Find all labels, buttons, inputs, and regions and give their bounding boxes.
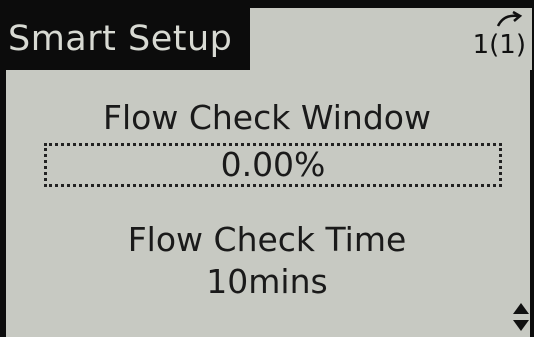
page-arrow-icon xyxy=(496,10,523,27)
flow-check-window-value[interactable]: 0.00% xyxy=(44,143,502,187)
scroll-updown-icon xyxy=(513,303,529,331)
header-status-area: 1(1) xyxy=(250,8,532,70)
lcd-screen: Smart Setup 1(1) Flow Check Window 0.00%… xyxy=(0,0,534,337)
menu-title: Smart Setup xyxy=(0,8,250,70)
flow-check-time-label: Flow Check Time xyxy=(127,220,407,259)
flow-check-window-label: Flow Check Window xyxy=(103,98,431,137)
flow-check-time-value[interactable]: 10mins xyxy=(0,262,534,302)
page-indicator: 1(1) xyxy=(472,30,526,60)
